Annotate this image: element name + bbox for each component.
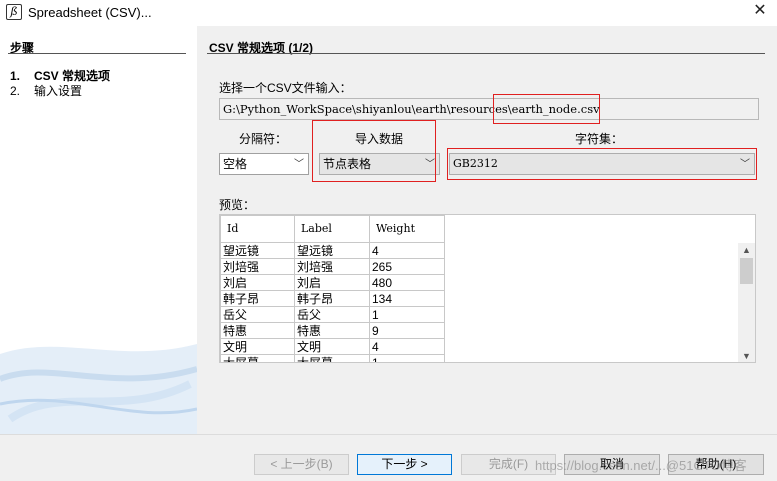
annotation-box-filename bbox=[493, 94, 600, 124]
window-title: Spreadsheet (CSV)... bbox=[28, 5, 152, 20]
separator-select[interactable]: 空格 ﹀ bbox=[219, 153, 309, 175]
annotation-box-import bbox=[312, 120, 436, 182]
step-number: 1. bbox=[10, 69, 21, 83]
step-number: 2. bbox=[10, 84, 21, 98]
cell-weight: 134 bbox=[369, 290, 445, 307]
cell-weight: 1 bbox=[369, 306, 445, 323]
cell-label: 岳父 bbox=[294, 306, 370, 323]
cell-label: 文明 bbox=[294, 338, 370, 355]
content-divider bbox=[207, 53, 765, 54]
cell-weight: 4 bbox=[369, 338, 445, 355]
table-row: 特惠 特惠 9 bbox=[220, 322, 445, 339]
table-row: 大屏幕 大屏幕 1 bbox=[220, 354, 445, 362]
cell-id: 韩子昂 bbox=[220, 290, 295, 307]
cell-weight: 9 bbox=[369, 322, 445, 339]
file-label: 选择一个CSV文件输入： bbox=[219, 81, 352, 95]
cell-id: 文明 bbox=[220, 338, 295, 355]
column-header-weight: Weight bbox=[369, 215, 445, 243]
cell-weight: 265 bbox=[369, 258, 445, 275]
separator-label: 分隔符： bbox=[239, 132, 288, 146]
cell-id: 大屏幕 bbox=[220, 354, 295, 362]
decorative-graphic bbox=[0, 344, 197, 434]
steps-pane: 步骤 1. CSV 常规选项 2. 输入设置 bbox=[0, 26, 197, 434]
scroll-up-icon[interactable]: ▲ bbox=[738, 243, 755, 257]
app-icon: ß bbox=[6, 4, 22, 20]
charset-label: 字符集： bbox=[575, 132, 624, 146]
content-pane: CSV 常规选项 (1/2) 选择一个CSV文件输入： G:\Python_Wo… bbox=[197, 26, 777, 434]
cell-label: 刘启 bbox=[294, 274, 370, 291]
next-button[interactable]: 下一步 > bbox=[357, 454, 452, 475]
close-icon[interactable]: ✕ bbox=[751, 2, 769, 20]
preview-label: 预览： bbox=[219, 198, 256, 212]
step-label: CSV 常规选项 bbox=[34, 69, 111, 83]
cell-label: 刘培强 bbox=[294, 258, 370, 275]
button-bar: < 上一步(B) 下一步 > 完成(F) 取消 帮助(H) https://bl… bbox=[0, 434, 777, 481]
scroll-down-icon[interactable]: ▼ bbox=[738, 349, 755, 362]
annotation-box-charset bbox=[447, 148, 757, 180]
column-header-label: Label bbox=[294, 215, 370, 243]
cell-id: 望远镜 bbox=[220, 242, 295, 259]
cell-label: 望远镜 bbox=[294, 242, 370, 259]
preview-table-container[interactable]: Id Label Weight 望远镜 望远镜 4 刘培强 刘培强 265 刘启 bbox=[219, 214, 756, 363]
table-row: 刘启 刘启 480 bbox=[220, 274, 445, 291]
table-row: 望远镜 望远镜 4 bbox=[220, 242, 445, 259]
separator-value: 空格 bbox=[223, 157, 248, 171]
table-row: 韩子昂 韩子昂 134 bbox=[220, 290, 445, 307]
table-header-row: Id Label Weight bbox=[220, 215, 445, 243]
cell-weight: 1 bbox=[369, 354, 445, 362]
cell-label: 韩子昂 bbox=[294, 290, 370, 307]
cell-id: 特惠 bbox=[220, 322, 295, 339]
table-row: 岳父 岳父 1 bbox=[220, 306, 445, 323]
title-bar: ß Spreadsheet (CSV)... ✕ bbox=[0, 0, 777, 26]
cell-label: 特惠 bbox=[294, 322, 370, 339]
cell-id: 刘培强 bbox=[220, 258, 295, 275]
cell-weight: 4 bbox=[369, 242, 445, 259]
chevron-down-icon: ﹀ bbox=[294, 159, 304, 170]
watermark: https://blog.csdn.net/...@51CTO博客 bbox=[535, 458, 747, 473]
preview-table: Id Label Weight 望远镜 望远镜 4 刘培强 刘培强 265 刘启 bbox=[220, 215, 445, 362]
file-path-field[interactable]: G:\Python_WorkSpace\shiyanlou\earth\reso… bbox=[219, 98, 759, 120]
cell-id: 岳父 bbox=[220, 306, 295, 323]
cell-weight: 480 bbox=[369, 274, 445, 291]
column-header-id: Id bbox=[220, 215, 295, 243]
step-label: 输入设置 bbox=[34, 84, 83, 98]
table-row: 文明 文明 4 bbox=[220, 338, 445, 355]
scrollbar-thumb[interactable] bbox=[740, 258, 753, 284]
step-item-input-settings: 2. 输入设置 bbox=[10, 82, 82, 99]
steps-divider bbox=[8, 53, 186, 54]
cell-id: 刘启 bbox=[220, 274, 295, 291]
cell-label: 大屏幕 bbox=[294, 354, 370, 362]
vertical-scrollbar[interactable]: ▲ ▼ bbox=[738, 243, 755, 362]
table-row: 刘培强 刘培强 265 bbox=[220, 258, 445, 275]
back-button[interactable]: < 上一步(B) bbox=[254, 454, 349, 475]
